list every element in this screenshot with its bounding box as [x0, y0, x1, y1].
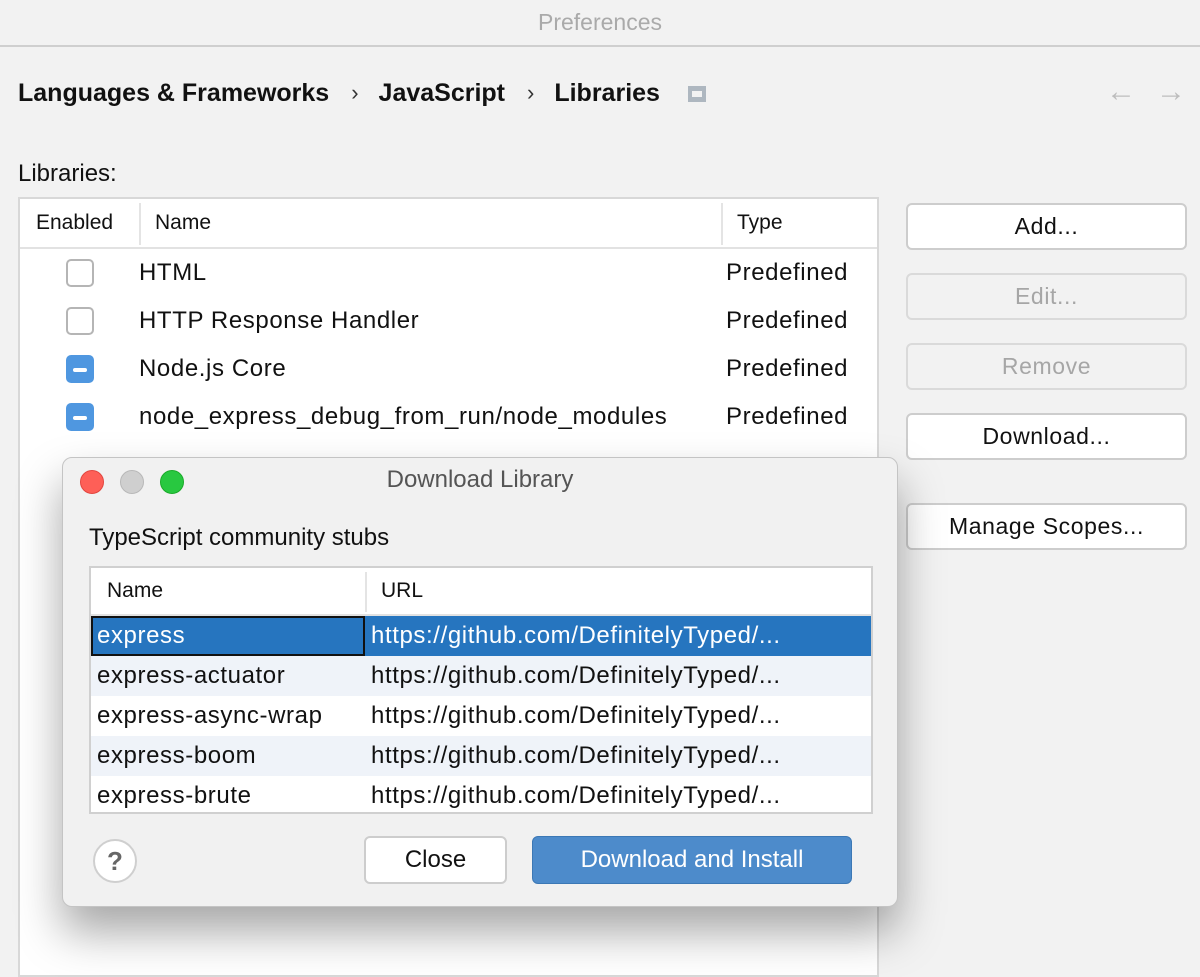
edit-button[interactable]: Edit...	[906, 273, 1187, 320]
breadcrumb-item-libraries: Libraries	[554, 78, 660, 107]
enabled-checkbox[interactable]	[65, 403, 94, 431]
back-arrow-icon[interactable]: ←	[1106, 74, 1136, 110]
library-type: Predefined	[726, 307, 849, 334]
library-type: Predefined	[726, 403, 849, 430]
close-button[interactable]: Close	[364, 836, 507, 884]
project-scope-icon	[687, 86, 706, 102]
dialog-title: Download Library	[386, 466, 574, 493]
enabled-checkbox[interactable]	[65, 307, 94, 335]
stub-url: https://github.com/DefinitelyTyped/...	[371, 702, 781, 729]
column-header-url[interactable]: URL	[365, 568, 871, 614]
library-name: HTTP Response Handler	[139, 307, 420, 334]
stub-url: https://github.com/DefinitelyTyped/...	[371, 782, 781, 809]
stub-name: express-boom	[97, 742, 257, 769]
enabled-checkbox[interactable]	[65, 355, 94, 383]
libraries-label: Libraries:	[18, 160, 117, 187]
table-row[interactable]: Node.js Core Predefined	[20, 345, 877, 393]
help-icon[interactable]: ?	[93, 839, 137, 883]
stub-name: express-brute	[97, 782, 252, 809]
window-title: Preferences	[0, 0, 1200, 47]
remove-button[interactable]: Remove	[906, 343, 1187, 390]
table-row[interactable]: express-async-wrap https://github.com/De…	[91, 696, 871, 736]
breadcrumb-separator: ›	[527, 80, 535, 105]
libraries-table-header: Enabled Name Type	[20, 199, 877, 249]
stub-url: https://github.com/DefinitelyTyped/...	[371, 622, 781, 649]
stub-name: express	[91, 616, 365, 656]
breadcrumb: Languages & Frameworks › JavaScript › Li…	[18, 76, 706, 110]
column-header-name[interactable]: Name	[91, 568, 365, 614]
window-controls	[80, 470, 184, 494]
column-header-name[interactable]: Name	[139, 199, 721, 247]
library-name: HTML	[139, 259, 207, 286]
stub-name: express-async-wrap	[97, 702, 323, 729]
table-row[interactable]: express-boom https://github.com/Definite…	[91, 736, 871, 776]
table-row[interactable]: express-brute https://github.com/Definit…	[91, 776, 871, 812]
enabled-checkbox[interactable]	[65, 259, 94, 287]
forward-arrow-icon[interactable]: →	[1156, 74, 1186, 110]
maximize-window-icon[interactable]	[160, 470, 184, 494]
download-library-dialog: Download Library TypeScript community st…	[62, 457, 898, 907]
table-row[interactable]: express-actuator https://github.com/Defi…	[91, 656, 871, 696]
stub-url: https://github.com/DefinitelyTyped/...	[371, 742, 781, 769]
library-type: Predefined	[726, 259, 849, 286]
breadcrumb-item-javascript[interactable]: JavaScript	[379, 79, 505, 108]
stubs-table-header: Name URL	[91, 568, 871, 616]
stubs-table: Name URL express https://github.com/Defi…	[89, 566, 873, 814]
library-name: Node.js Core	[139, 355, 287, 382]
manage-scopes-button[interactable]: Manage Scopes...	[906, 503, 1187, 550]
add-button[interactable]: Add...	[906, 203, 1187, 250]
close-window-icon[interactable]	[80, 470, 104, 494]
download-button[interactable]: Download...	[906, 413, 1187, 460]
breadcrumb-separator: ›	[351, 80, 359, 105]
breadcrumb-item-languages-frameworks[interactable]: Languages & Frameworks	[18, 79, 329, 108]
dialog-subtitle: TypeScript community stubs	[89, 524, 390, 551]
library-type: Predefined	[726, 355, 849, 382]
column-header-enabled[interactable]: Enabled	[20, 199, 139, 247]
nav-arrows: ← →	[1106, 74, 1186, 110]
table-row[interactable]: HTTP Response Handler Predefined	[20, 297, 877, 345]
table-row-selected[interactable]: express https://github.com/DefinitelyTyp…	[91, 616, 871, 656]
table-row[interactable]: node_express_debug_from_run/node_modules…	[20, 393, 877, 441]
download-and-install-button[interactable]: Download and Install	[532, 836, 852, 884]
column-header-type[interactable]: Type	[721, 199, 877, 247]
stub-url: https://github.com/DefinitelyTyped/...	[371, 662, 781, 689]
minimize-window-icon[interactable]	[120, 470, 144, 494]
library-name: node_express_debug_from_run/node_modules	[139, 403, 668, 430]
stub-name: express-actuator	[97, 662, 286, 689]
table-row[interactable]: HTML Predefined	[20, 249, 877, 297]
